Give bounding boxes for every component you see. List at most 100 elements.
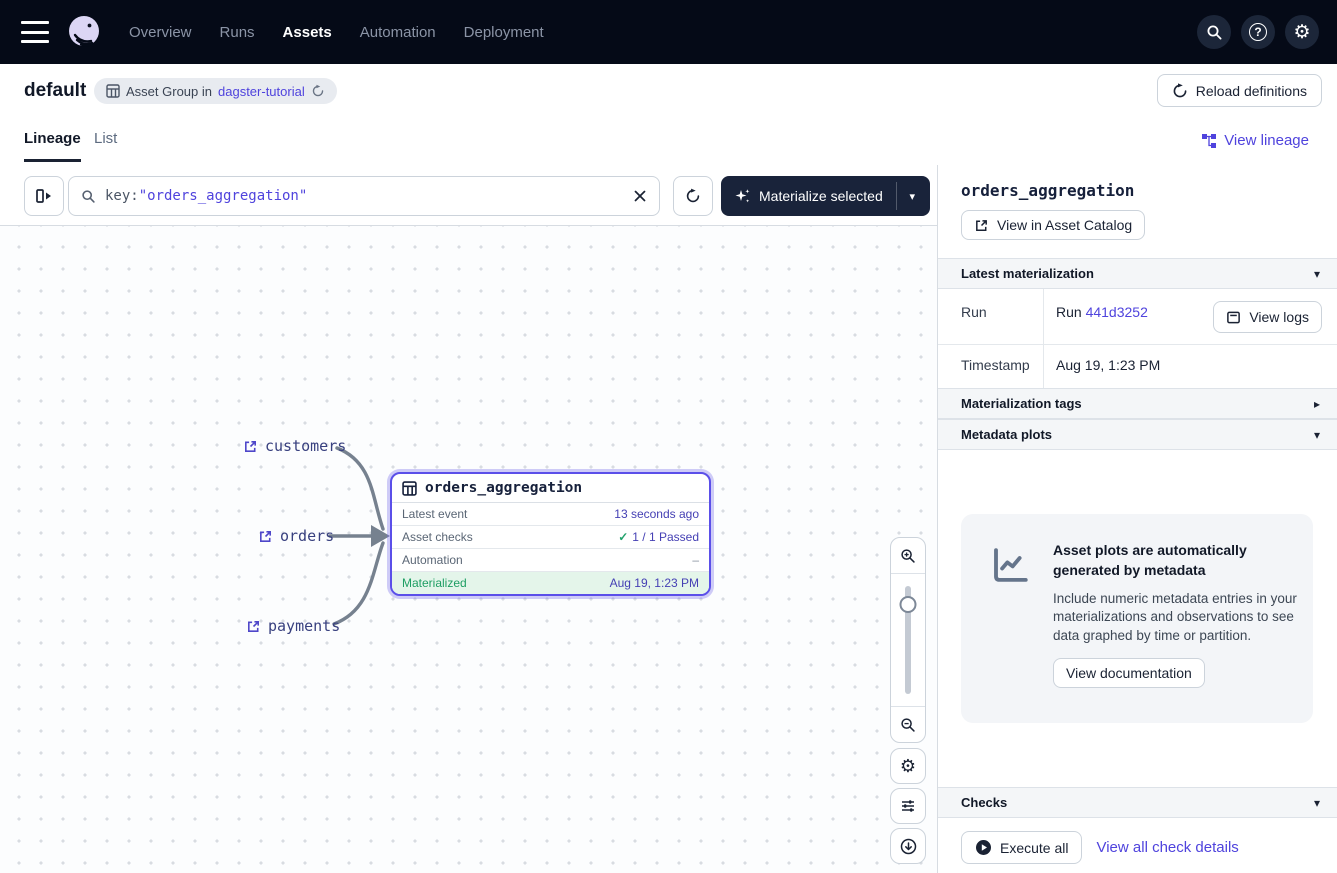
dagster-logo-icon[interactable] [65,13,103,51]
section-label: Checks [961,795,1007,810]
play-circle-icon [975,839,992,856]
sparkle-icon [734,188,751,205]
external-link-icon [258,529,273,544]
hamburger-menu-icon[interactable] [21,21,49,43]
view-in-asset-catalog-button[interactable]: View in Asset Catalog [961,210,1145,240]
graph-settings-button[interactable]: ⚙ [890,748,926,784]
view-logs-button[interactable]: View logs [1213,301,1322,333]
node-row-automation: Automation – [392,549,709,572]
lineage-canvas[interactable]: customers orders payments [0,225,937,873]
section-label: Materialization tags [961,396,1082,411]
run-id-link[interactable]: 441d3252 [1086,304,1148,320]
tab-list[interactable]: List [94,130,117,159]
logs-icon [1226,310,1241,325]
card-body: Include numeric metadata entries in your… [1053,590,1299,647]
settings-button[interactable]: ⚙ [1285,15,1319,49]
nav-item-automation[interactable]: Automation [360,24,436,41]
asset-node-label: orders [280,527,334,545]
chevron-down-icon: ▾ [1314,267,1320,281]
search-icon [1206,24,1223,41]
zoom-in-button[interactable] [891,538,925,574]
execute-all-button[interactable]: Execute all [961,831,1082,864]
selected-asset-node[interactable]: orders_aggregation Latest event 13 secon… [390,472,711,596]
check-icon: ✓ [618,530,628,544]
sidebar-asset-title: orders_aggregation [961,181,1134,200]
badge-label: Asset Group in [126,84,212,99]
view-lineage-link[interactable]: View lineage [1201,132,1309,149]
repo-link[interactable]: dagster-tutorial [218,84,305,99]
nav-item-deployment[interactable]: Deployment [464,24,544,41]
graph-filters-button[interactable] [890,788,926,824]
filters-icon [900,798,916,814]
asset-group-badge: Asset Group in dagster-tutorial [94,78,337,104]
asset-node-label: customers [265,437,346,455]
row-label: Asset checks [402,530,473,544]
refresh-icon[interactable] [311,84,325,98]
view-documentation-label: View documentation [1066,665,1192,681]
nav-item-assets[interactable]: Assets [283,24,332,41]
zoom-slider-handle[interactable] [900,596,917,613]
execute-all-label: Execute all [1000,840,1068,856]
row-label: Materialized [402,576,467,590]
run-row: Run Run 441d3252 View logs [938,289,1337,345]
lineage-toolbar: key:"orders_aggregation" [0,165,937,225]
reload-icon [1172,83,1188,99]
chevron-down-icon: ▾ [1314,796,1320,810]
external-link-icon [974,218,989,233]
reload-definitions-button[interactable]: Reload definitions [1157,74,1322,107]
asset-node-payments[interactable]: payments [246,617,340,635]
chevron-down-icon: ▾ [909,190,915,203]
run-prefix: Run [1056,304,1086,320]
asset-node-orders[interactable]: orders [258,527,334,545]
gear-icon: ⚙ [1293,23,1310,42]
asset-search-input[interactable]: key:"orders_aggregation" [68,176,660,216]
search-button[interactable] [1197,15,1231,49]
reload-definitions-label: Reload definitions [1196,83,1307,99]
refresh-icon [685,188,701,204]
section-materialization-tags[interactable]: Materialization tags ▸ [938,388,1337,419]
nav-item-overview[interactable]: Overview [129,24,192,41]
search-query-key: key: [105,188,139,204]
zoom-out-button[interactable] [891,706,925,742]
section-metadata-plots[interactable]: Metadata plots ▾ [938,419,1337,450]
view-in-asset-catalog-label: View in Asset Catalog [997,217,1132,233]
node-row-materialized: Materialized Aug 19, 1:23 PM [392,572,709,594]
zoom-controls [890,537,926,743]
page-title: default [24,80,86,102]
checks-actions: Execute all View all check details [961,831,1239,864]
chevron-right-icon: ▸ [1314,397,1320,411]
node-row-asset-checks: Asset checks ✓1 / 1 Passed [392,526,709,549]
lineage-icon [1201,133,1217,149]
asset-node-label: payments [268,617,340,635]
section-latest-materialization[interactable]: Latest materialization ▾ [938,258,1337,289]
materialize-selected-button[interactable]: Materialize selected [721,176,896,216]
help-button[interactable]: ? [1241,15,1275,49]
view-all-check-details-link[interactable]: View all check details [1096,839,1238,856]
row-value: 13 seconds ago [614,507,699,521]
recenter-button[interactable] [890,828,926,864]
tab-lineage[interactable]: Lineage [24,130,81,162]
zoom-slider[interactable] [891,574,925,706]
asset-node-header: orders_aggregation [392,474,709,503]
close-icon [633,189,647,203]
asset-node-customers[interactable]: customers [243,437,346,455]
chevron-down-icon: ▾ [1314,428,1320,442]
materialize-selected-label: Materialize selected [759,188,883,204]
materialize-options-button[interactable]: ▾ [897,176,928,216]
node-row-latest-event: Latest event 13 seconds ago [392,503,709,526]
clear-search-button[interactable] [633,189,647,203]
primary-nav: Overview Runs Assets Automation Deployme… [129,24,544,41]
tabs-row: Lineage List View lineage [0,120,1337,165]
refresh-graph-button[interactable] [673,176,713,216]
timestamp-row-label: Timestamp [938,345,1044,388]
expand-panel-button[interactable] [24,176,64,216]
nav-item-runs[interactable]: Runs [220,24,255,41]
row-value: – [692,553,699,567]
card-content: Asset plots are automatically generated … [1053,540,1299,723]
timestamp-row: Timestamp Aug 19, 1:23 PM [938,345,1337,388]
recenter-icon [900,838,917,855]
section-checks[interactable]: Checks ▾ [938,787,1337,818]
run-row-label: Run [938,289,1044,344]
table-icon [106,84,120,98]
view-documentation-button[interactable]: View documentation [1053,658,1205,688]
